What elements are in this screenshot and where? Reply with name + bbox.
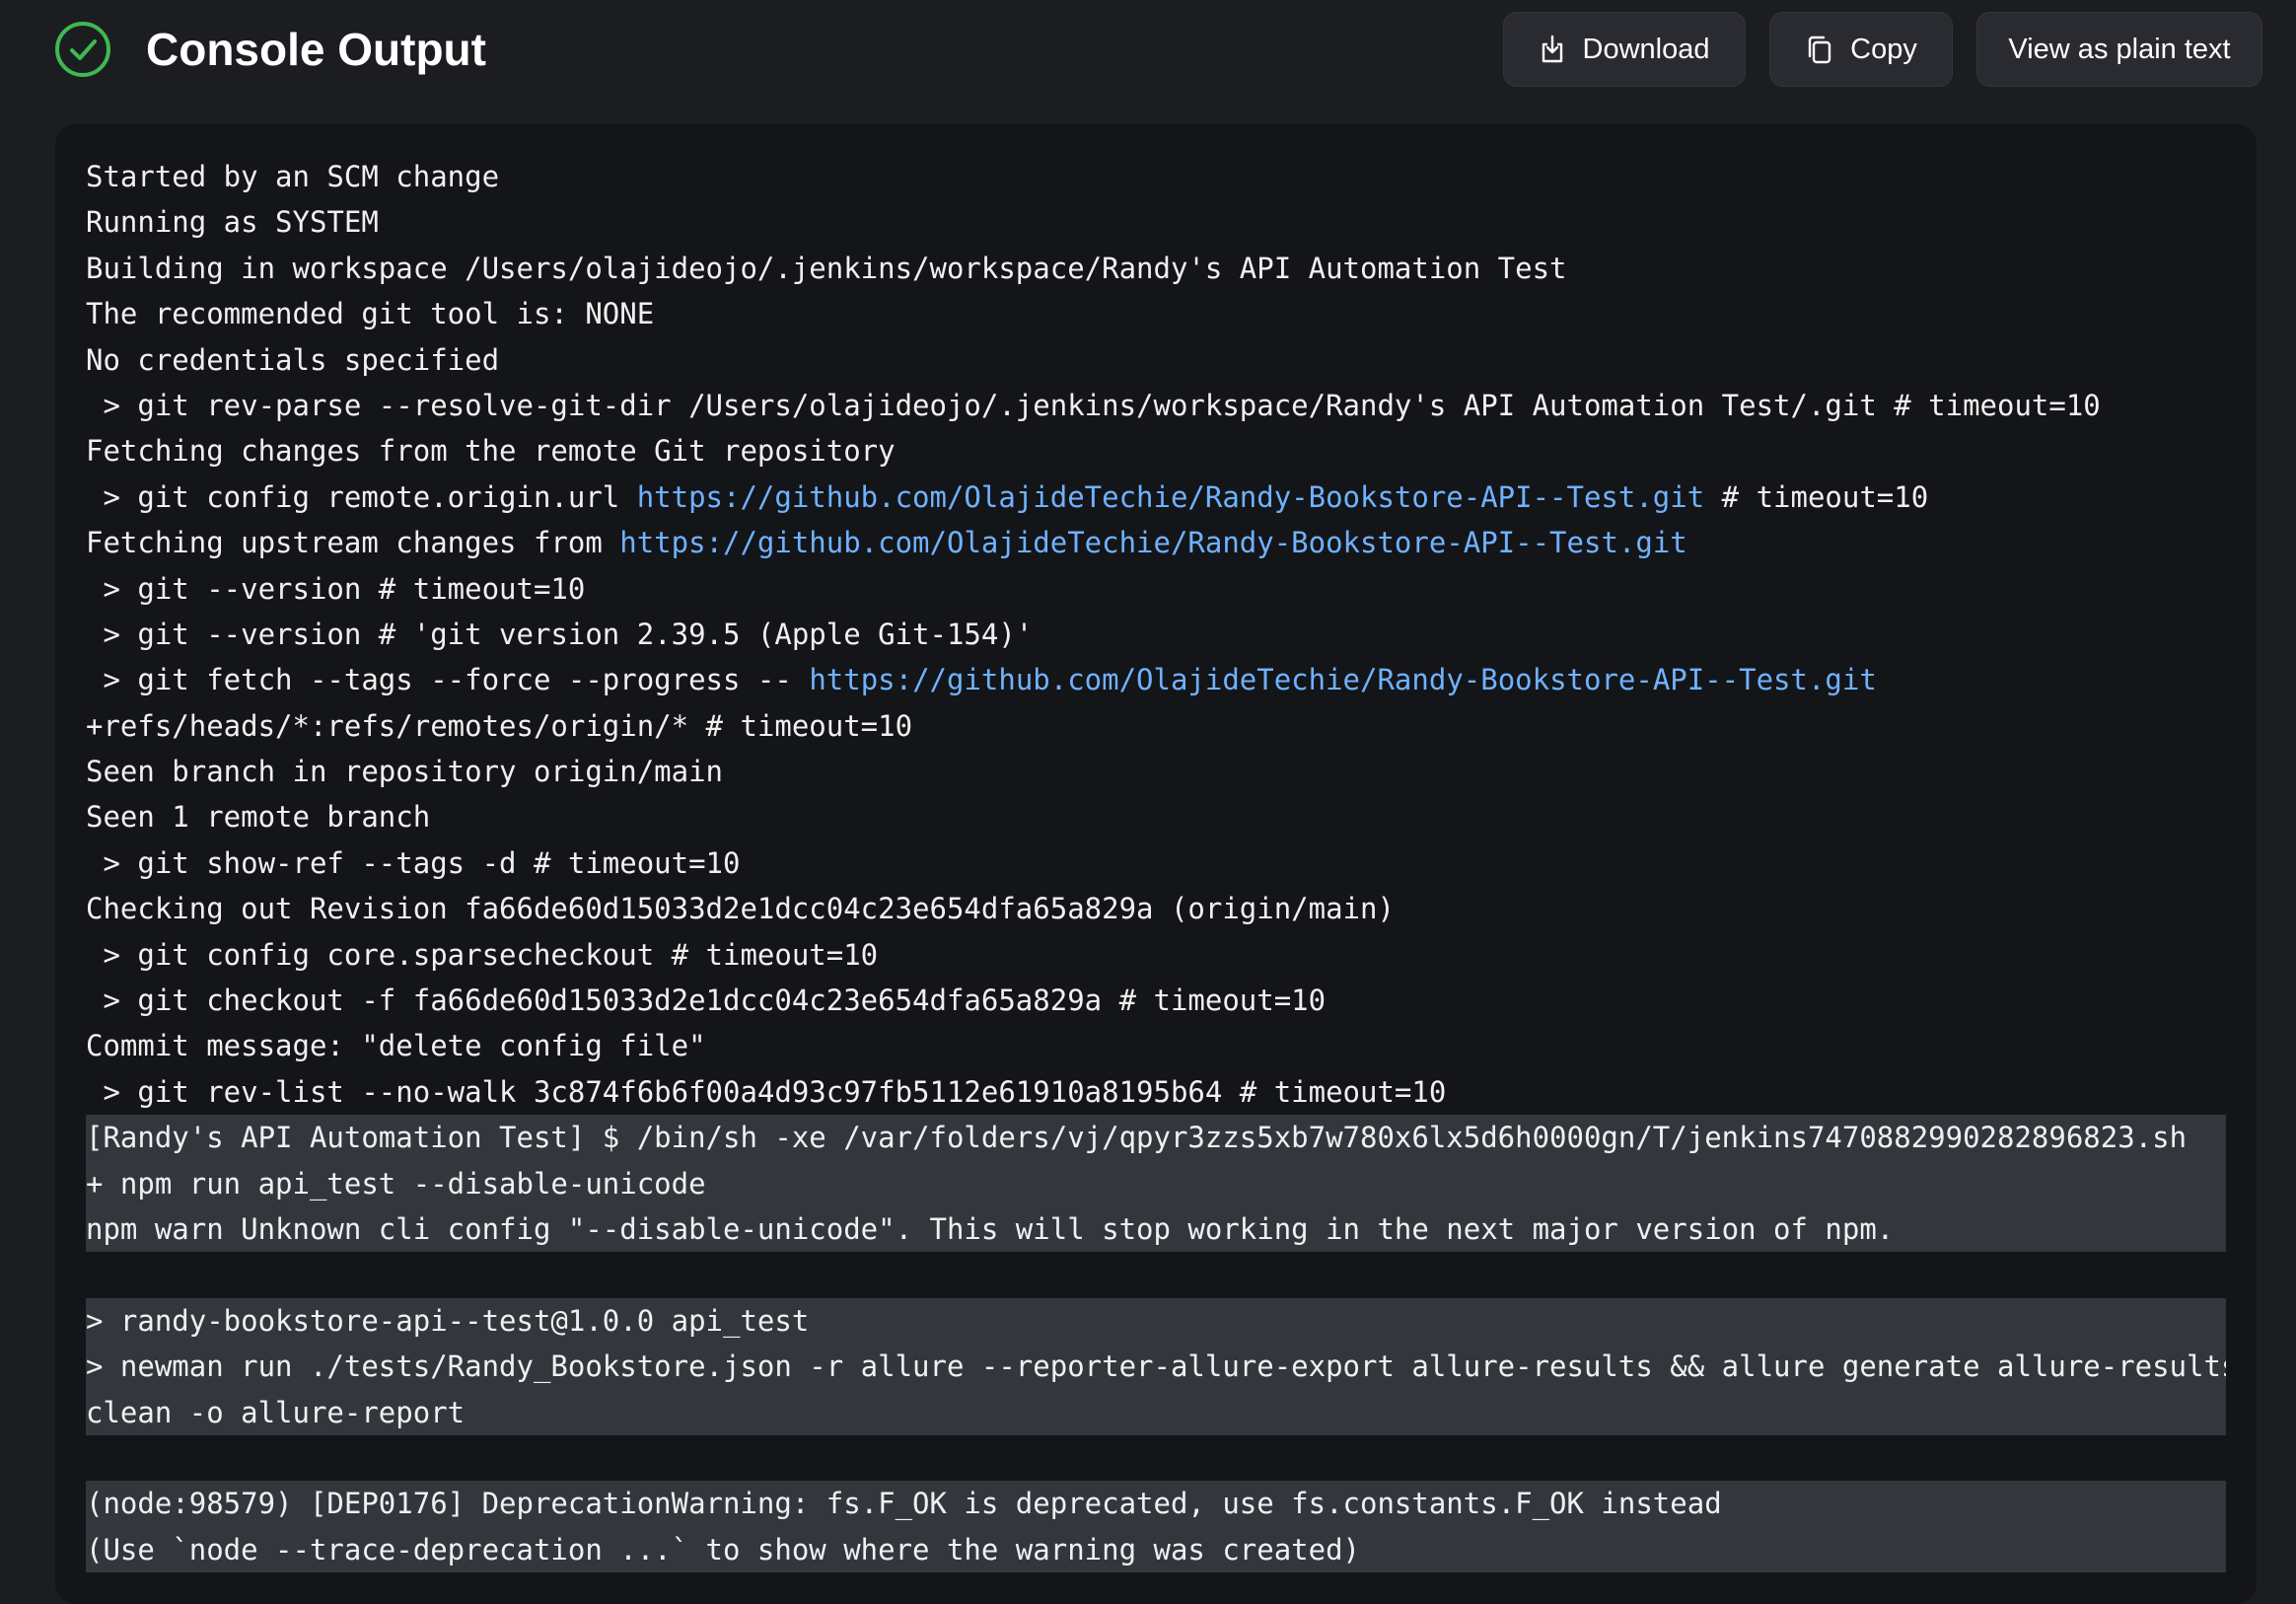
console-line-text: Seen branch in repository origin/main <box>86 755 724 789</box>
download-button[interactable]: Download <box>1503 12 1746 87</box>
console-line: No credentials specified <box>86 337 2226 383</box>
console-line-text: > git rev-list --no-walk 3c874f6b6f00a4d… <box>86 1074 1447 1109</box>
console-line: clean -o allure-report <box>86 1389 2226 1435</box>
console-line-text: Running as SYSTEM <box>86 205 379 240</box>
console-line-text: > git --version # timeout=10 <box>86 571 586 606</box>
console-line-text: > git show-ref --tags -d # timeout=10 <box>86 845 741 880</box>
repository-link[interactable]: https://github.com/OlajideTechie/Randy-B… <box>619 526 1687 559</box>
console-line-text: (Use `node --trace-deprecation ...` to s… <box>86 1532 1361 1567</box>
console-line-text: + npm run api_test --disable-unicode <box>86 1166 706 1201</box>
console-line: Fetching upstream changes from https://g… <box>86 520 2226 565</box>
console-line-text: npm warn Unknown cli config "--disable-u… <box>86 1211 1895 1246</box>
console-line: (Use `node --trace-deprecation ...` to s… <box>86 1526 2226 1573</box>
console-line: (node:98579) [DEP0176] DeprecationWarnin… <box>86 1481 2226 1527</box>
console-line: Running as SYSTEM <box>86 199 2226 245</box>
console-line: Seen branch in repository origin/main <box>86 749 2226 794</box>
console-line-text: The recommended git tool is: NONE <box>86 297 655 331</box>
console-line-text: No credentials specified <box>86 342 500 377</box>
copy-button[interactable]: Copy <box>1769 12 1953 87</box>
console-lines: Started by an SCM change Running as SYSTE… <box>86 154 2226 1573</box>
console-line-text: Checking out Revision fa66de60d15033d2e1… <box>86 892 1395 926</box>
console-line: npm warn Unknown cli config "--disable-u… <box>86 1205 2226 1253</box>
console-line-text: > git fetch --tags --force --progress -- <box>86 663 810 697</box>
console-line: Seen 1 remote branch <box>86 794 2226 839</box>
console-line: > git config remote.origin.url https://g… <box>86 474 2226 520</box>
console-line: > git config core.sparsecheckout # timeo… <box>86 932 2226 978</box>
console-line-text: (node:98579) [DEP0176] DeprecationWarnin… <box>86 1487 1722 1521</box>
console-line-text: > git config remote.origin.url <box>86 479 637 514</box>
console-line-text: Started by an SCM change <box>86 160 500 193</box>
console-line-text: > git checkout -f fa66de60d15033d2e1dcc0… <box>86 984 1327 1018</box>
console-line-text: > git rev-parse --resolve-git-dir /Users… <box>86 388 2101 422</box>
page-title: Console Output <box>146 24 486 75</box>
check-circle-icon <box>55 22 110 77</box>
console-line: > git --version # 'git version 2.39.5 (A… <box>86 612 2226 657</box>
console-line: Building in workspace /Users/olajideojo/… <box>86 246 2226 291</box>
console-line-text: Seen 1 remote branch <box>86 800 431 835</box>
console-line-suffix: # timeout=10 <box>1704 479 1929 514</box>
console-line-text: [Randy's API Automation Test] $ /bin/sh … <box>86 1121 2188 1155</box>
console-line: > git fetch --tags --force --progress --… <box>86 657 2226 702</box>
console-line: +refs/heads/*:refs/remotes/origin/* # ti… <box>86 703 2226 749</box>
console-line-text: +refs/heads/*:refs/remotes/origin/* # ti… <box>86 708 913 743</box>
console-line-text: > git --version # 'git version 2.39.5 (A… <box>86 617 1034 651</box>
repository-link[interactable]: https://github.com/OlajideTechie/Randy-B… <box>637 480 1705 514</box>
copy-icon <box>1808 36 1831 64</box>
console-line: Commit message: "delete config file" <box>86 1023 2226 1068</box>
console-line-text: Commit message: "delete config file" <box>86 1029 706 1063</box>
console-output-panel: Started by an SCM change Running as SYSTE… <box>55 124 2257 1604</box>
console-line: Started by an SCM change <box>86 154 2226 199</box>
console-line: > newman run ./tests/Randy_Bookstore.jso… <box>86 1344 2226 1390</box>
view-plain-text-label: View as plain text <box>2008 33 2231 65</box>
repository-link[interactable]: https://github.com/OlajideTechie/Randy-B… <box>809 663 1877 696</box>
console-line-text: clean -o allure-report <box>86 1395 466 1429</box>
download-icon <box>1542 35 1562 63</box>
console-line: > git rev-list --no-walk 3c874f6b6f00a4d… <box>86 1069 2226 1115</box>
console-line: + npm run api_test --disable-unicode <box>86 1160 2226 1206</box>
console-line: Fetching changes from the remote Git rep… <box>86 428 2226 474</box>
console-line: > randy-bookstore-api--test@1.0.0 api_te… <box>86 1297 2226 1345</box>
console-header: Console Output Download Copy View as pla… <box>0 0 2296 109</box>
console-line: > git --version # timeout=10 <box>86 566 2226 612</box>
copy-button-label: Copy <box>1850 33 1917 65</box>
console-line-text: Fetching upstream changes from <box>86 526 620 560</box>
console-line: > git show-ref --tags -d # timeout=10 <box>86 840 2226 886</box>
console-line: The recommended git tool is: NONE <box>86 291 2226 336</box>
console-line-text: > newman run ./tests/Randy_Bookstore.jso… <box>86 1349 2226 1384</box>
view-plain-text-button[interactable]: View as plain text <box>1976 12 2262 87</box>
console-line: > git checkout -f fa66de60d15033d2e1dcc0… <box>86 978 2226 1023</box>
console-line-text: Building in workspace /Users/olajideojo/… <box>86 251 1567 285</box>
console-line-text: Fetching changes from the remote Git rep… <box>86 434 896 469</box>
console-line: [Randy's API Automation Test] $ /bin/sh … <box>86 1115 2226 1161</box>
console-line-text: > randy-bookstore-api--test@1.0.0 api_te… <box>86 1303 810 1338</box>
console-line: Checking out Revision fa66de60d15033d2e1… <box>86 886 2226 931</box>
console-line-text: > git config core.sparsecheckout # timeo… <box>86 937 879 972</box>
console-line: > git rev-parse --resolve-git-dir /Users… <box>86 383 2226 428</box>
download-button-label: Download <box>1582 33 1710 65</box>
